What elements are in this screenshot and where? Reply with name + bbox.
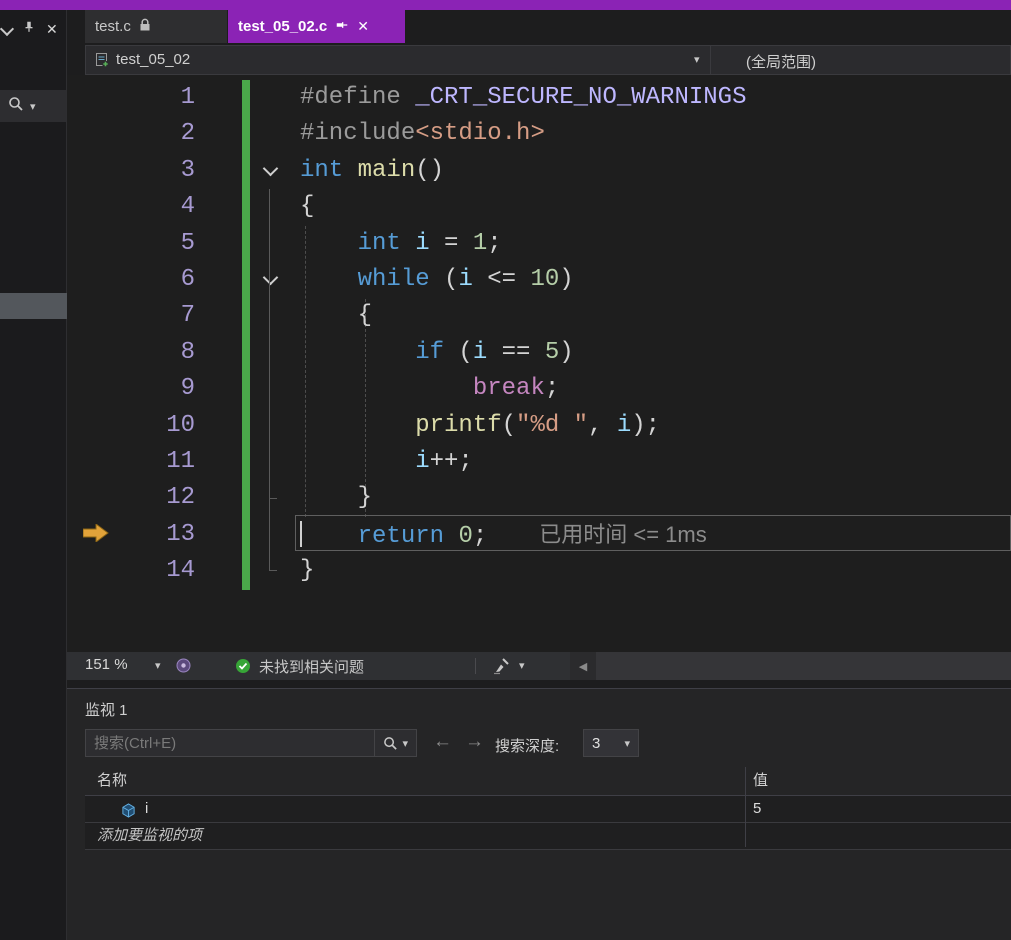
navigation-bar: test_05_02 ▾ (全局范围) (85, 45, 1011, 75)
watch-row-variable[interactable]: i 5 (85, 796, 1011, 823)
horizontal-scrollbar[interactable]: ◀ (570, 652, 1011, 680)
navbar-divider (710, 46, 711, 74)
chevron-down-icon[interactable] (0, 21, 15, 38)
watch-grid-header: 名称 值 (85, 767, 1011, 796)
code-cleanup-broom-icon[interactable] (491, 656, 511, 680)
code-line-9[interactable]: break; (300, 371, 559, 407)
code-line-4[interactable]: { (300, 189, 314, 225)
code-line-13[interactable]: return 0; 已用时间 <= 1ms (300, 517, 707, 553)
search-depth-dropdown[interactable]: 3 ▾ (583, 729, 639, 757)
file-icon (94, 52, 110, 72)
line-number: 10 (166, 411, 195, 439)
search-icon (8, 96, 24, 116)
scrollbar-thumb[interactable] (596, 652, 1011, 680)
search-options-button[interactable]: ▾ (374, 730, 416, 756)
search-icon (384, 736, 398, 750)
column-header-value[interactable]: 值 (753, 767, 768, 795)
code-line-7[interactable]: { (300, 298, 372, 334)
watch-variable-value[interactable]: 5 (753, 796, 761, 822)
history-back-icon[interactable]: ← (433, 731, 452, 753)
search-input[interactable] (86, 734, 375, 752)
line-number: 1 (180, 84, 195, 111)
column-header-name[interactable]: 名称 (97, 767, 127, 795)
chevron-down-icon[interactable]: ▾ (155, 659, 161, 672)
tool-window-controls: ✕ (0, 18, 58, 40)
pin-icon[interactable] (335, 18, 349, 36)
code-line-3[interactable]: int main() (300, 153, 444, 189)
code-line-6[interactable]: while (i <= 10) (300, 262, 574, 298)
line-number: 12 (166, 484, 195, 512)
collapsed-splitter[interactable] (0, 293, 67, 319)
check-circle-icon (235, 658, 251, 678)
line-number: 14 (166, 557, 195, 585)
code-line-10[interactable]: printf("%d ", i); (300, 408, 660, 444)
chevron-down-icon: ▾ (30, 100, 36, 113)
line-number: 4 (180, 193, 195, 221)
outline-guide (269, 189, 270, 571)
close-icon[interactable]: ✕ (357, 18, 369, 35)
line-number: 9 (180, 375, 195, 403)
watch-panel: 监视 1 ▾ ← → 搜索深度: 3 ▾ 名称 值 i (67, 688, 1011, 940)
code-line-1[interactable]: #define _CRT_SECURE_NO_WARNINGS (300, 80, 746, 116)
search-depth-value: 3 (592, 734, 601, 752)
lock-icon (139, 18, 151, 36)
left-tool-strip: ✕ ▾ (0, 10, 67, 940)
code-editor[interactable]: 1 2 3 4 5 6 7 8 9 10 11 12 13 14 #define _CRT_SECURE_… (67, 75, 1011, 652)
execution-pointer-icon[interactable] (82, 523, 109, 546)
statusbar-divider (475, 658, 476, 674)
pin-icon[interactable] (22, 20, 36, 38)
change-tracking-bar (242, 80, 250, 590)
perf-tip[interactable]: 已用时间 <= 1ms (539, 522, 706, 547)
navbar-type-dropdown[interactable]: test_05_02 (116, 51, 190, 68)
line-number: 7 (180, 302, 195, 330)
line-number: 6 (180, 266, 195, 293)
tab-label: test.c (95, 18, 131, 35)
watch-add-row-label: 添加要监视的项 (97, 827, 203, 844)
editor-statusbar: 151 % ▾ 未找到相关问题 ▾ ◀ (67, 652, 1011, 680)
search-depth-label: 搜索深度: (495, 738, 560, 755)
tab-label: test_05_02.c (238, 18, 328, 35)
line-number: 2 (180, 120, 195, 148)
code-line-11[interactable]: i++; (300, 444, 473, 480)
scroll-left-icon[interactable]: ◀ (570, 652, 596, 680)
navbar-scope-dropdown[interactable]: (全局范围) (746, 51, 816, 72)
watch-grid: 名称 值 i 5 添加要监视的项 (85, 767, 1011, 850)
vs-window: ✕ ▾ test.c test_05_02.c ✕ test_05_02 ▾ (… (0, 0, 1011, 940)
line-number: 8 (180, 338, 195, 366)
outline-corner (269, 570, 277, 571)
code-line-5[interactable]: int i = 1; (300, 226, 502, 262)
watch-variable-name: i (145, 800, 149, 817)
health-message[interactable]: 未找到相关问题 (259, 656, 364, 677)
close-icon[interactable]: ✕ (46, 21, 58, 38)
document-health-icon[interactable] (175, 657, 192, 678)
toolbox-search-button[interactable]: ▾ (0, 90, 66, 122)
chevron-down-icon: ▾ (624, 737, 630, 750)
tab-test-05-02-c[interactable]: test_05_02.c ✕ (228, 10, 405, 43)
tab-test-c[interactable]: test.c (85, 10, 227, 43)
outline-corner (269, 498, 277, 499)
fold-toggle-line6[interactable] (259, 262, 281, 298)
chevron-down-icon[interactable]: ▾ (694, 53, 700, 66)
titlebar-accent (0, 0, 1011, 10)
fold-toggle-line3[interactable] (259, 153, 281, 189)
watch-panel-title: 监视 1 (85, 702, 128, 719)
zoom-dropdown[interactable]: 151 % (85, 656, 128, 673)
line-number: 3 (180, 156, 195, 184)
code-line-2[interactable]: #include<stdio.h> (300, 116, 545, 152)
code-line-8[interactable]: if (i == 5) (300, 335, 573, 371)
line-number: 5 (180, 229, 195, 257)
code-line-14[interactable]: } (300, 553, 314, 589)
grid-column-divider[interactable] (745, 767, 746, 847)
line-number: 11 (166, 448, 195, 475)
history-forward-icon[interactable]: → (465, 731, 484, 753)
watch-add-row[interactable]: 添加要监视的项 (85, 823, 1011, 850)
chevron-down-icon: ▾ (402, 737, 408, 750)
code-line-12[interactable]: } (300, 480, 372, 516)
chevron-down-icon[interactable]: ▾ (519, 659, 525, 672)
watch-search-box[interactable]: ▾ (85, 729, 417, 757)
